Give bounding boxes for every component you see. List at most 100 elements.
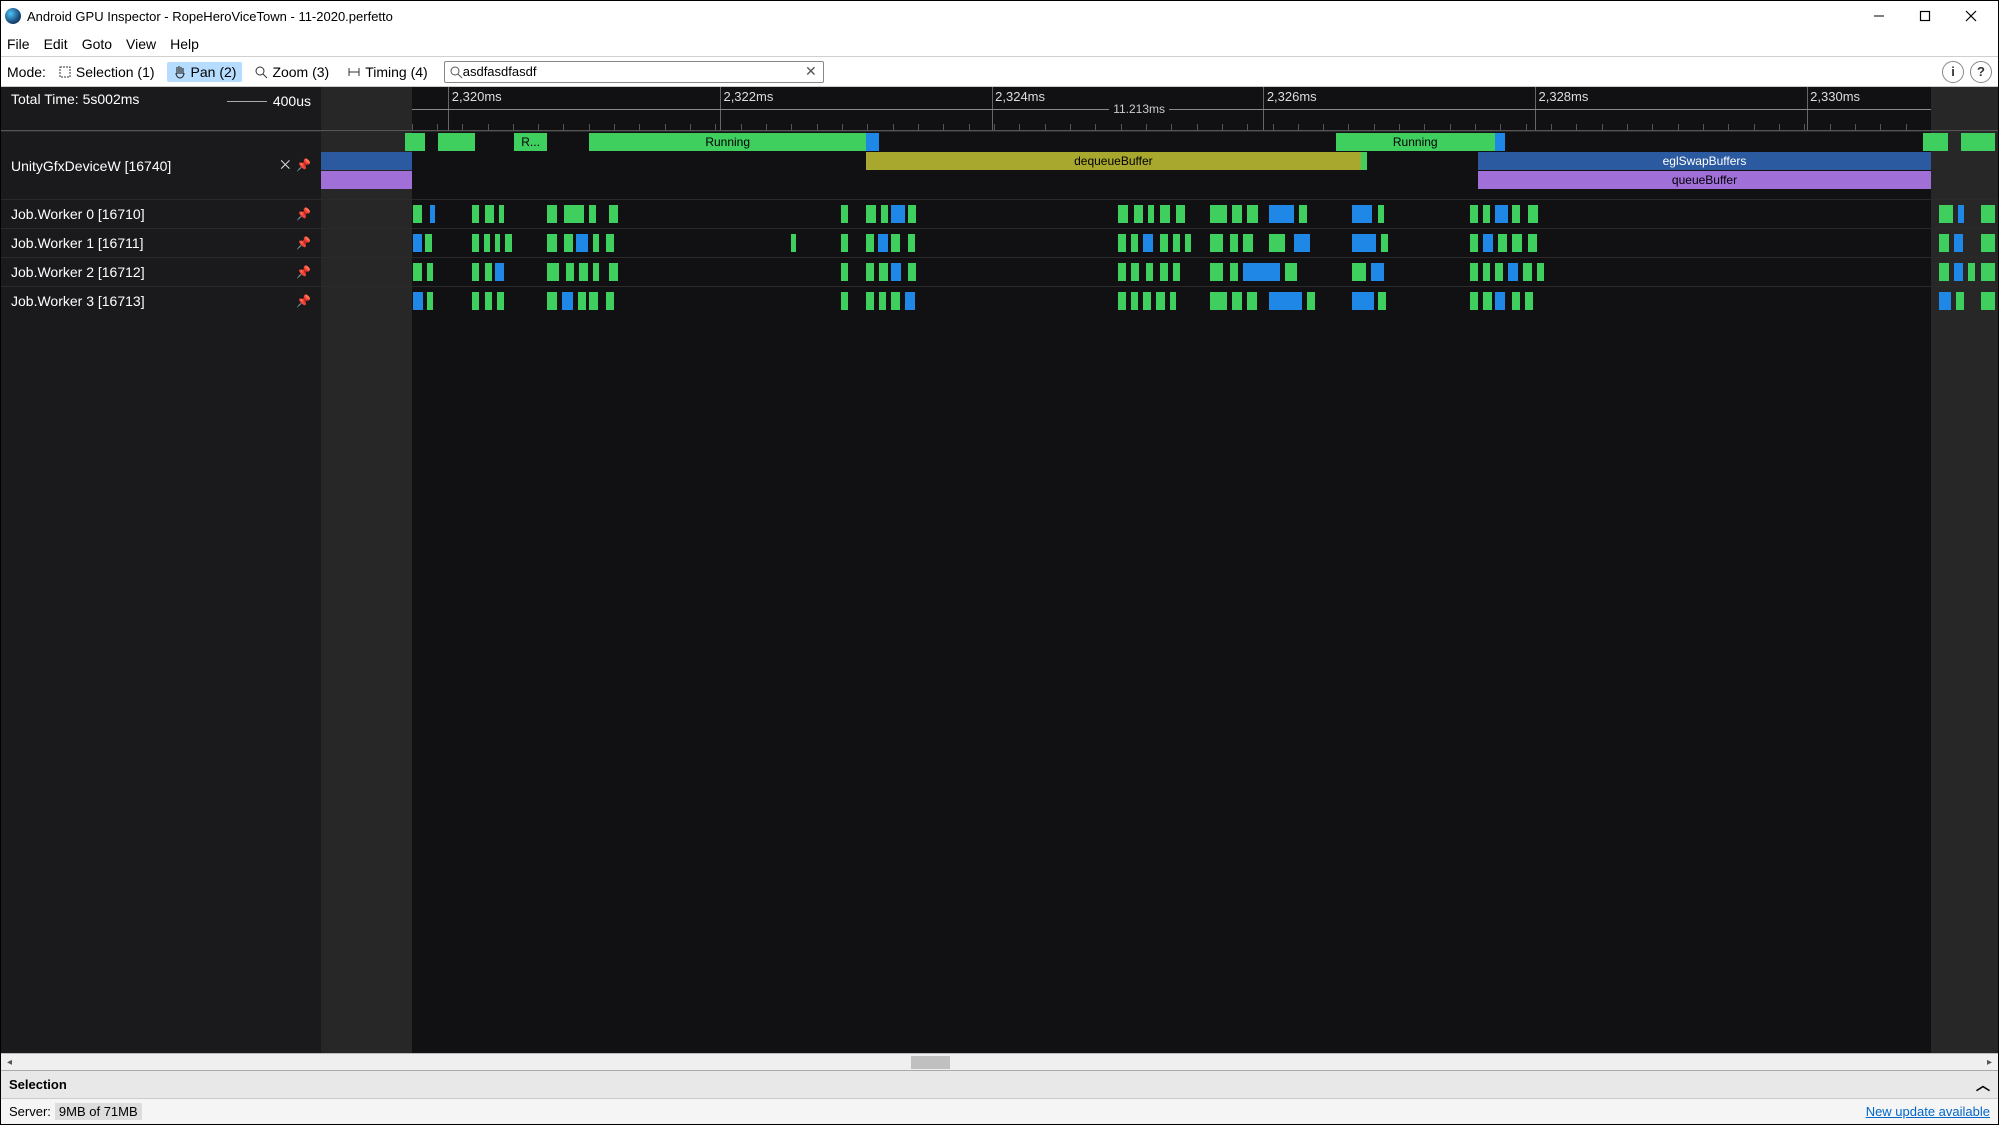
track-worker-1: Job.Worker 1 [16711] 📌 — [1, 228, 1998, 257]
timing-icon — [347, 65, 361, 79]
track-worker-2-label[interactable]: Job.Worker 2 [16712] 📌 — [1, 258, 321, 286]
track-worker-3-body[interactable] — [321, 287, 1998, 315]
seg-slice[interactable] — [321, 152, 412, 170]
pan-icon — [173, 65, 187, 79]
seg-running-short[interactable]: R... — [514, 133, 548, 151]
search-input[interactable] — [463, 64, 803, 79]
seg-running2[interactable]: Running — [1336, 133, 1495, 151]
shade-left — [321, 87, 412, 130]
track-main: UnityGfxDeviceW [16740] ⨉ 📌 R... Running… — [1, 131, 1998, 199]
track-worker-3-name: Job.Worker 3 [16713] — [11, 293, 145, 309]
timeline: Total Time: 5s002ms 400us 2,320ms 2,322m… — [1, 87, 1998, 1053]
update-link[interactable]: New update available — [1866, 1104, 1990, 1119]
server-memory: 9MB of 71MB — [55, 1103, 142, 1120]
seg-running[interactable] — [405, 133, 425, 151]
ruler-tick-5: 2,330ms — [1810, 89, 1860, 104]
expand-icon[interactable]: ︿ — [1976, 1075, 1990, 1095]
seg-slice[interactable] — [1361, 152, 1368, 170]
titlebar: Android GPU Inspector - RopeHeroViceTown… — [1, 1, 1998, 31]
collapse-icon[interactable]: ⨉ — [280, 158, 290, 173]
mode-zoom[interactable]: Zoom (3) — [248, 62, 335, 82]
scale-text: 400us — [273, 93, 311, 109]
ruler-tick-2: 2,324ms — [995, 89, 1045, 104]
server-label: Server: — [9, 1104, 51, 1119]
toolbar: Mode: Selection (1) Pan (2) Zoom (3) Tim… — [1, 57, 1998, 87]
track-worker-0: Job.Worker 0 [16710] 📌 — [1, 199, 1998, 228]
track-worker-1-body[interactable] — [321, 229, 1998, 257]
app-window: Android GPU Inspector - RopeHeroViceTown… — [0, 0, 1999, 1125]
pin-icon[interactable]: 📌 — [296, 236, 311, 250]
menu-help[interactable]: Help — [170, 36, 199, 52]
zoom-icon — [254, 65, 268, 79]
search-icon — [449, 65, 463, 79]
hscrollbar[interactable]: ◂ ▸ — [1, 1053, 1998, 1070]
track-worker-3: Job.Worker 3 [16713] 📌 — [1, 286, 1998, 315]
statusbar: Server: 9MB of 71MB New update available — [1, 1098, 1998, 1124]
scroll-left-icon[interactable]: ◂ — [1, 1054, 18, 1071]
scroll-track[interactable] — [18, 1054, 1981, 1070]
track-main-label[interactable]: UnityGfxDeviceW [16740] ⨉ 📌 — [1, 132, 321, 199]
toolbar-right: i ? — [1942, 61, 1992, 83]
track-main-body[interactable]: R... Running Running dequeueBuffer eglSw… — [321, 132, 1998, 199]
track-worker-3-label[interactable]: Job.Worker 3 [16713] 📌 — [1, 287, 321, 315]
track-worker-0-label[interactable]: Job.Worker 0 [16710] 📌 — [1, 200, 321, 228]
window-controls — [1856, 1, 1994, 31]
ruler-tick-4: 2,328ms — [1539, 89, 1589, 104]
mode-selection[interactable]: Selection (1) — [52, 62, 161, 82]
menu-view[interactable]: View — [126, 36, 156, 52]
track-worker-0-body[interactable] — [321, 200, 1998, 228]
pin-icon[interactable]: 📌 — [296, 294, 311, 308]
scroll-right-icon[interactable]: ▸ — [1981, 1054, 1998, 1071]
tracks-blank — [1, 315, 1998, 1053]
app-icon — [5, 8, 21, 24]
seg-dequeue[interactable]: dequeueBuffer — [866, 152, 1361, 170]
track-main-name: UnityGfxDeviceW [16740] — [11, 158, 171, 174]
help-button[interactable]: ? — [1970, 61, 1992, 83]
close-button[interactable] — [1948, 1, 1994, 31]
seg-running1[interactable]: Running — [589, 133, 866, 151]
ruler-label-area: Total Time: 5s002ms 400us — [1, 87, 321, 130]
ruler-tick-3: 2,326ms — [1267, 89, 1317, 104]
pin-icon[interactable]: 📌 — [296, 158, 311, 173]
search-clear[interactable]: ✕ — [803, 63, 819, 80]
mode-pan[interactable]: Pan (2) — [167, 62, 243, 82]
seg-sleep[interactable] — [866, 133, 879, 151]
mode-timing[interactable]: Timing (4) — [341, 62, 434, 82]
track-worker-1-name: Job.Worker 1 [16711] — [11, 235, 144, 251]
pin-icon[interactable]: 📌 — [296, 207, 311, 221]
seg-running[interactable] — [1923, 133, 1948, 151]
track-worker-2-body[interactable] — [321, 258, 1998, 286]
selection-panel[interactable]: Selection ︿ — [1, 1070, 1998, 1098]
ruler-tick-1: 2,322ms — [723, 89, 773, 104]
seg-slice[interactable] — [321, 171, 412, 189]
minimize-button[interactable] — [1856, 1, 1902, 31]
mode-pan-label: Pan (2) — [191, 64, 237, 80]
window-title: Android GPU Inspector - RopeHeroViceTown… — [27, 9, 1856, 24]
track-worker-1-label[interactable]: Job.Worker 1 [16711] 📌 — [1, 229, 321, 257]
track-worker-2: Job.Worker 2 [16712] 📌 — [1, 257, 1998, 286]
info-button[interactable]: i — [1942, 61, 1964, 83]
mode-label: Mode: — [7, 64, 46, 80]
menu-goto[interactable]: Goto — [82, 36, 112, 52]
menu-file[interactable]: File — [7, 36, 30, 52]
ruler-range — [412, 109, 1931, 110]
selection-icon — [58, 65, 72, 79]
seg-sleep[interactable] — [1495, 133, 1505, 151]
seg-running[interactable] — [438, 133, 475, 151]
track-worker-0-name: Job.Worker 0 [16710] — [11, 206, 145, 222]
total-time: Total Time: 5s002ms — [11, 91, 139, 107]
track-worker-2-name: Job.Worker 2 [16712] — [11, 264, 145, 280]
menu-edit[interactable]: Edit — [44, 36, 68, 52]
pin-icon[interactable]: 📌 — [296, 265, 311, 279]
ruler-tick-0: 2,320ms — [452, 89, 502, 104]
ruler-range-label: 11.213ms — [1109, 102, 1169, 116]
selection-panel-title: Selection — [9, 1077, 67, 1092]
maximize-button[interactable] — [1902, 1, 1948, 31]
seg-queue[interactable]: queueBuffer — [1478, 171, 1931, 189]
seg-eglswap[interactable]: eglSwapBuffers — [1478, 152, 1931, 170]
scroll-thumb[interactable] — [911, 1056, 950, 1069]
ruler-body[interactable]: 2,320ms 2,322ms 2,324ms 2,326ms 2,328ms … — [321, 87, 1998, 130]
seg-running[interactable] — [1961, 133, 1995, 151]
search-box[interactable]: ✕ — [444, 61, 824, 83]
mode-zoom-label: Zoom (3) — [272, 64, 329, 80]
